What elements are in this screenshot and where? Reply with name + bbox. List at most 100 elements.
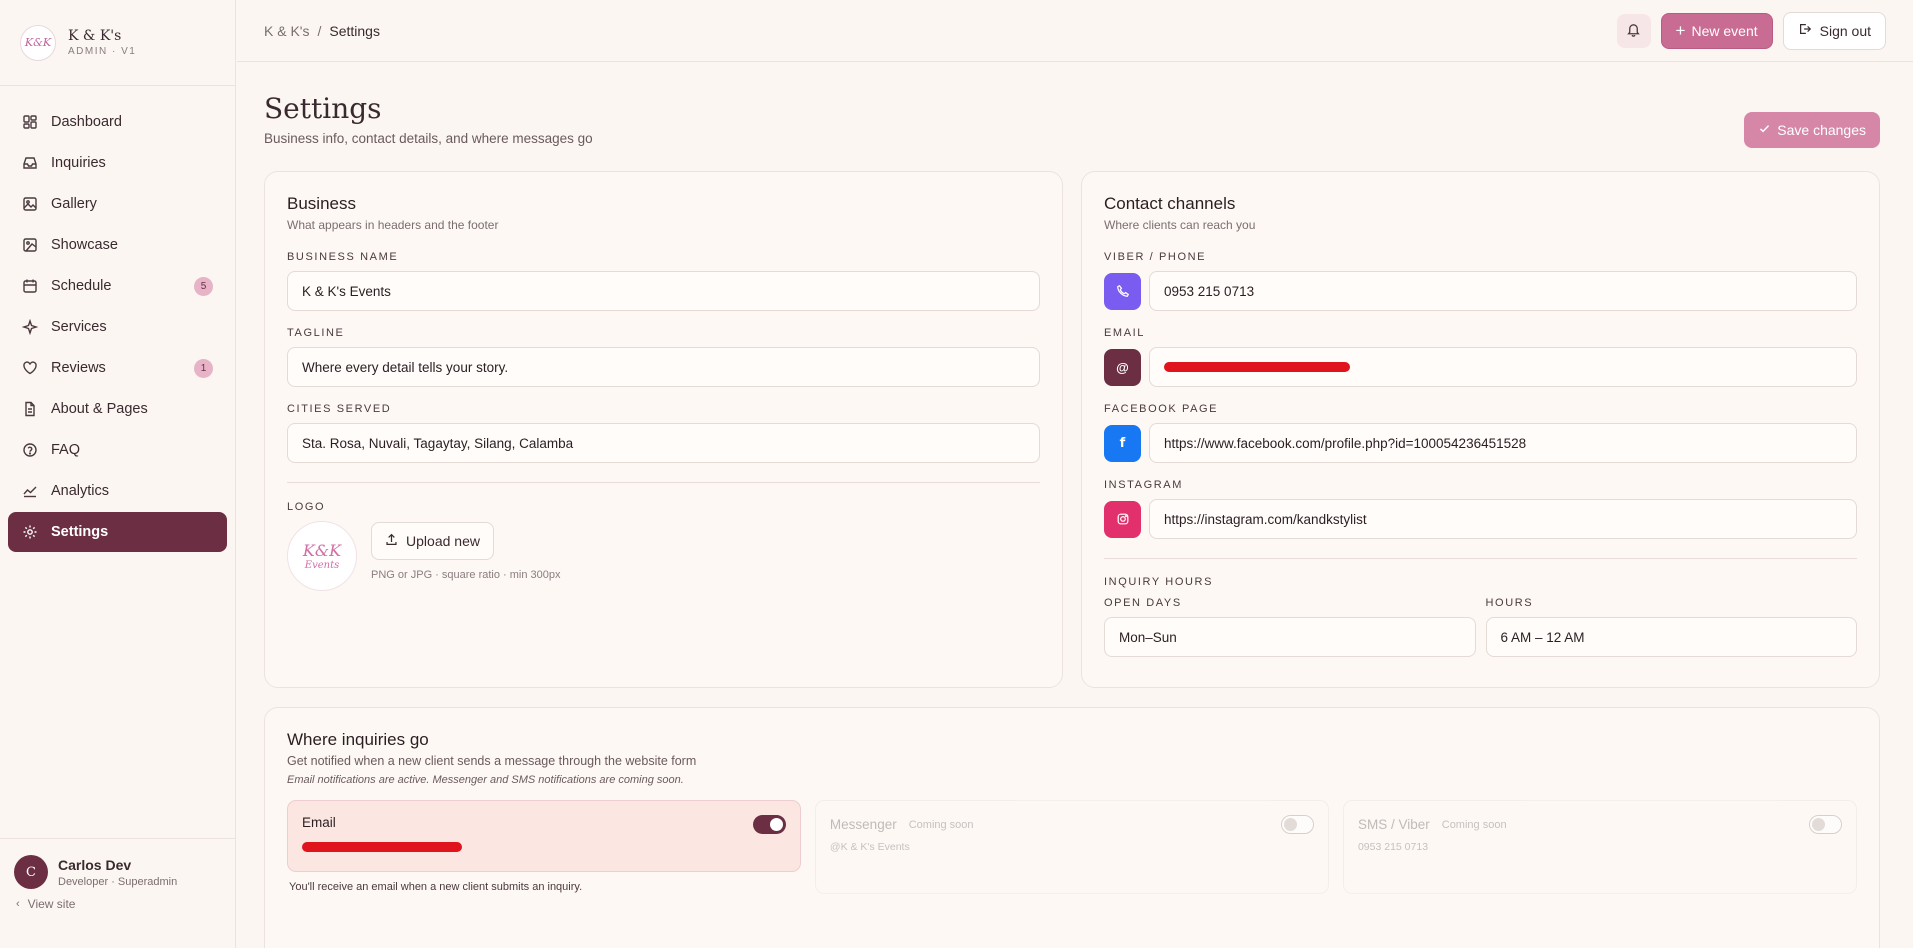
image-icon bbox=[22, 196, 38, 212]
user-name: Carlos Dev bbox=[58, 856, 132, 873]
sidebar-item-gallery[interactable]: Gallery bbox=[8, 184, 227, 224]
card-title: Contact channels bbox=[1104, 194, 1236, 213]
tagline-input[interactable]: Where every detail tells your story. bbox=[287, 347, 1040, 387]
check-icon bbox=[1758, 122, 1771, 138]
divider bbox=[1104, 558, 1857, 559]
field-label: VIBER / PHONE bbox=[1104, 251, 1207, 263]
sidebar-item-about-pages[interactable]: About & Pages bbox=[8, 389, 227, 429]
sidebar-item-services[interactable]: Services bbox=[8, 307, 227, 347]
upload-icon bbox=[385, 533, 398, 549]
open-days-input[interactable]: Mon–Sun bbox=[1104, 617, 1476, 657]
sign-out-button[interactable]: Sign out bbox=[1782, 11, 1886, 50]
field-label: LOGO bbox=[287, 501, 326, 513]
channel-detail: 0953 215 0713 bbox=[1357, 841, 1429, 853]
sidebar-item-label: Reviews bbox=[51, 360, 106, 376]
sidebar-item-reviews[interactable]: Reviews 1 bbox=[8, 348, 227, 388]
channel-label: SMS / Viber bbox=[1357, 817, 1430, 832]
sidebar-item-settings[interactable]: Settings bbox=[8, 512, 227, 552]
heart-icon bbox=[22, 360, 38, 376]
toggle-knob bbox=[1812, 818, 1826, 831]
field-label: EMAIL bbox=[1104, 327, 1146, 339]
view-site-label: View site bbox=[27, 897, 76, 911]
chart-icon bbox=[22, 483, 38, 499]
logo-hint: PNG or JPG · square ratio · min 300px bbox=[371, 569, 561, 581]
sidebar-item-analytics[interactable]: Analytics bbox=[8, 471, 227, 511]
hours-input[interactable]: 6 AM – 12 AM bbox=[1485, 617, 1857, 657]
sidebar-item-label: Schedule bbox=[51, 278, 112, 294]
card-title: Business bbox=[287, 194, 356, 213]
sign-out-label: Sign out bbox=[1819, 22, 1871, 39]
sms-toggle bbox=[1809, 815, 1843, 834]
chevron-left-icon: ‹ bbox=[16, 898, 20, 910]
sidebar-item-label: Gallery bbox=[51, 196, 97, 212]
inbox-icon bbox=[22, 155, 38, 171]
card-note: Email notifications are active. Messenge… bbox=[287, 774, 684, 786]
coming-soon-tag: Coming soon bbox=[908, 818, 974, 831]
sidebar-item-label: About & Pages bbox=[51, 401, 148, 417]
brand-subtitle: ADMIN · V1 bbox=[68, 46, 137, 57]
logout-icon bbox=[1798, 22, 1812, 39]
avatar[interactable]: C bbox=[14, 855, 48, 889]
sparkle-icon bbox=[22, 319, 38, 335]
sidebar: K&K K & K's ADMIN · V1 Dashboard Inquiri… bbox=[0, 0, 236, 948]
sms-channel-option: SMS / Viber Coming soon 0953 215 0713 bbox=[1342, 800, 1858, 894]
email-input[interactable] bbox=[1149, 347, 1857, 387]
field-label: FACEBOOK PAGE bbox=[1104, 403, 1219, 415]
sidebar-item-label: FAQ bbox=[51, 442, 81, 458]
coming-soon-tag: Coming soon bbox=[1441, 818, 1507, 831]
upload-logo-button[interactable]: Upload new bbox=[371, 522, 494, 560]
redaction-mark bbox=[302, 842, 462, 852]
document-icon bbox=[22, 401, 38, 417]
save-changes-button[interactable]: Save changes bbox=[1744, 112, 1880, 148]
count-badge: 1 bbox=[194, 358, 213, 378]
contact-channels-card: Contact channels Where clients can reach… bbox=[1081, 171, 1880, 688]
brand[interactable]: K&K K & K's ADMIN · V1 bbox=[0, 0, 235, 86]
at-sign-icon: @ bbox=[1104, 348, 1141, 386]
sidebar-item-showcase[interactable]: Showcase bbox=[8, 225, 227, 265]
divider bbox=[287, 482, 1040, 483]
bell-icon bbox=[1626, 22, 1641, 40]
phone-icon bbox=[1104, 272, 1141, 310]
messenger-toggle bbox=[1280, 815, 1314, 834]
field-label: CITIES SERVED bbox=[287, 403, 392, 415]
page-subtitle: Business info, contact details, and wher… bbox=[264, 131, 593, 146]
notifications-button[interactable] bbox=[1616, 13, 1651, 48]
field-label: TAGLINE bbox=[287, 327, 345, 339]
view-site-link[interactable]: ‹ View site bbox=[14, 897, 222, 911]
card-subtitle: Get notified when a new client sends a m… bbox=[287, 754, 697, 768]
card-title: Where inquiries go bbox=[287, 730, 429, 749]
facebook-input[interactable]: https://www.facebook.com/profile.php?id=… bbox=[1149, 423, 1857, 463]
calendar-icon bbox=[22, 278, 38, 294]
sidebar-item-faq[interactable]: FAQ bbox=[8, 430, 227, 470]
inquiries-routing-card: Where inquiries go Get notified when a n… bbox=[264, 707, 1880, 948]
business-card: Business What appears in headers and the… bbox=[264, 171, 1063, 688]
card-subtitle: Where clients can reach you bbox=[1104, 218, 1256, 232]
phone-input[interactable]: 0953 215 0713 bbox=[1149, 271, 1857, 311]
instagram-input[interactable]: https://instagram.com/kandkstylist bbox=[1149, 499, 1857, 539]
sidebar-item-schedule[interactable]: Schedule 5 bbox=[8, 266, 227, 306]
plus-icon: + bbox=[1675, 21, 1686, 40]
channel-label: Email bbox=[302, 815, 336, 830]
sidebar-item-label: Services bbox=[51, 319, 107, 335]
new-event-button[interactable]: + New event bbox=[1660, 12, 1773, 49]
redaction-mark bbox=[1164, 362, 1350, 372]
channel-label: Messenger bbox=[829, 817, 897, 832]
toggle-knob bbox=[1283, 818, 1297, 831]
card-subtitle: What appears in headers and the footer bbox=[287, 218, 499, 232]
email-channel-option[interactable]: Email bbox=[287, 800, 801, 872]
sidebar-item-label: Settings bbox=[51, 524, 109, 540]
field-label: BUSINESS NAME bbox=[287, 251, 399, 263]
sidebar-item-dashboard[interactable]: Dashboard bbox=[8, 102, 227, 142]
breadcrumb-root[interactable]: K & K's bbox=[264, 23, 309, 39]
business-name-input[interactable]: K & K's Events bbox=[287, 271, 1040, 311]
sidebar-item-inquiries[interactable]: Inquiries bbox=[8, 143, 227, 183]
help-icon bbox=[22, 442, 38, 458]
upload-label: Upload new bbox=[406, 533, 480, 549]
instagram-icon bbox=[1104, 500, 1141, 538]
sidebar-item-label: Inquiries bbox=[51, 155, 106, 171]
logo-preview-initials: K&K bbox=[302, 541, 342, 560]
section-label: INQUIRY HOURS bbox=[1104, 576, 1214, 588]
cities-served-input[interactable]: Sta. Rosa, Nuvali, Tagaytay, Silang, Cal… bbox=[287, 423, 1040, 463]
email-toggle[interactable] bbox=[752, 815, 786, 834]
logo-preview-subtext: Events bbox=[304, 560, 340, 571]
